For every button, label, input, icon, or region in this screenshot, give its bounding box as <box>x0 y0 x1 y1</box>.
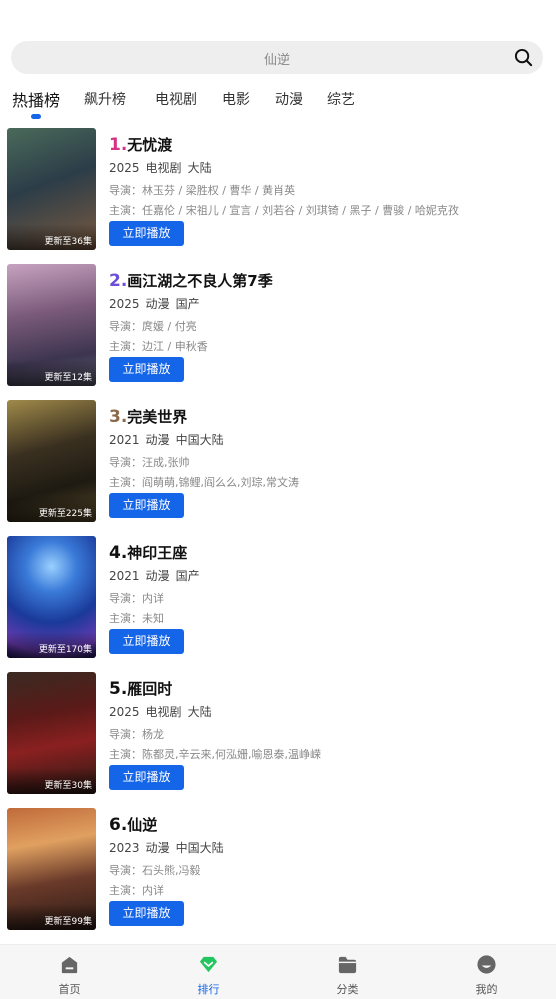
item-director: 导演：汪成,张帅 <box>109 456 190 469</box>
search-icon[interactable] <box>514 48 533 67</box>
nav-profile[interactable]: 我的 <box>417 945 556 999</box>
list-item[interactable]: 更新至36集 1.无忧渡 2025 电视剧 大陆 导演：林玉芬 / 梁胜权 / 曹华… <box>0 128 556 252</box>
rank-number: 5. <box>109 679 128 699</box>
tab-variety[interactable]: 综艺 <box>327 89 355 109</box>
item-director: 导演：林玉芬 / 梁胜权 / 曹华 / 黄肖英 <box>109 184 296 197</box>
play-button[interactable]: 立即播放 <box>109 357 184 382</box>
poster-image[interactable]: 更新至12集 <box>7 264 96 386</box>
item-meta: 2021 动漫 中国大陆 <box>109 433 224 447</box>
episode-badge: 更新至99集 <box>44 917 92 927</box>
category-icon <box>338 956 357 974</box>
play-button[interactable]: 立即播放 <box>109 765 184 790</box>
tab-movie[interactable]: 电影 <box>222 89 250 109</box>
item-title[interactable]: 5.雁回时 <box>109 678 172 699</box>
item-title[interactable]: 6.仙逆 <box>109 814 157 835</box>
episode-badge: 更新至30集 <box>44 781 92 791</box>
item-director: 导演：杨龙 <box>109 728 164 741</box>
tab-rising[interactable]: 飙升榜 <box>84 89 126 109</box>
nav-category[interactable]: 分类 <box>278 945 417 999</box>
nav-ranking[interactable]: 排行 <box>139 945 278 999</box>
item-title[interactable]: 3.完美世界 <box>109 406 187 427</box>
item-meta: 2025 电视剧 大陆 <box>109 161 212 175</box>
poster-image[interactable]: 更新至36集 <box>7 128 96 250</box>
item-cast: 主演：边江 / 申秋香 <box>109 340 208 353</box>
list-item[interactable]: 更新至99集 6.仙逆 2023 动漫 中国大陆 导演：石头熊,冯毅 主演：内详 立… <box>0 808 556 932</box>
episode-badge: 更新至36集 <box>44 237 92 247</box>
item-title[interactable]: 1.无忧渡 <box>109 134 172 155</box>
list-item[interactable]: 更新至225集 3.完美世界 2021 动漫 中国大陆 导演：汪成,张帅 主演：阎萌… <box>0 400 556 524</box>
item-meta: 2023 动漫 中国大陆 <box>109 841 224 855</box>
item-director: 导演：内详 <box>109 592 164 605</box>
tab-hot[interactable]: 热播榜 <box>12 87 60 111</box>
rank-number: 2. <box>109 271 128 291</box>
nav-label: 我的 <box>475 983 498 996</box>
bottom-navigation: 首页 排行 分类 我的 <box>0 944 556 999</box>
list-item[interactable]: 更新至170集 4.神印王座 2021 动漫 国产 导演：内详 主演：未知 立即播放 <box>0 536 556 660</box>
home-icon <box>61 956 78 974</box>
list-item[interactable]: 更新至12集 2.画江湖之不良人第7季 2025 动漫 国产 导演：庹媛 / 付亮 … <box>0 264 556 388</box>
item-title[interactable]: 4.神印王座 <box>109 542 187 563</box>
item-cast: 主演：阎萌萌,锦鲤,阎么么,刘琮,常文涛 <box>109 476 299 489</box>
episode-badge: 更新至12集 <box>44 373 92 383</box>
ranking-icon <box>199 956 218 973</box>
nav-label: 首页 <box>58 983 81 996</box>
item-cast: 主演：任嘉伦 / 宋祖儿 / 宣言 / 刘若谷 / 刘琪锜 / 黑子 / 曹骏 … <box>109 204 459 217</box>
item-meta: 2025 电视剧 大陆 <box>109 705 212 719</box>
search-input[interactable]: 仙逆 <box>11 49 543 68</box>
poster-image[interactable]: 更新至99集 <box>7 808 96 930</box>
item-cast: 主演：陈都灵,辛云来,何泓姗,喻恩泰,温峥嵘 <box>109 748 321 761</box>
item-director: 导演：石头熊,冯毅 <box>109 864 201 877</box>
episode-badge: 更新至225集 <box>38 509 92 519</box>
search-bar[interactable]: 仙逆 <box>11 41 543 74</box>
item-meta: 2025 动漫 国产 <box>109 297 200 311</box>
nav-home[interactable]: 首页 <box>0 945 139 999</box>
list-item[interactable]: 更新至30集 5.雁回时 2025 电视剧 大陆 导演：杨龙 主演：陈都灵,辛云来,… <box>0 672 556 796</box>
play-button[interactable]: 立即播放 <box>109 901 184 926</box>
tab-anime[interactable]: 动漫 <box>275 89 303 109</box>
poster-image[interactable]: 更新至225集 <box>7 400 96 522</box>
play-button[interactable]: 立即播放 <box>109 493 184 518</box>
poster-image[interactable]: 更新至30集 <box>7 672 96 794</box>
poster-image[interactable]: 更新至170集 <box>7 536 96 658</box>
item-title[interactable]: 2.画江湖之不良人第7季 <box>109 270 273 291</box>
active-tab-indicator <box>31 114 41 119</box>
rank-number: 3. <box>109 407 128 427</box>
item-director: 导演：庹媛 / 付亮 <box>109 320 197 333</box>
item-cast: 主演：未知 <box>109 612 164 625</box>
play-button[interactable]: 立即播放 <box>109 221 184 246</box>
profile-icon <box>477 955 496 974</box>
play-button[interactable]: 立即播放 <box>109 629 184 654</box>
item-cast: 主演：内详 <box>109 884 164 897</box>
item-meta: 2021 动漫 国产 <box>109 569 200 583</box>
nav-label: 分类 <box>336 983 359 996</box>
episode-badge: 更新至170集 <box>38 645 92 655</box>
rank-number: 1. <box>109 135 128 155</box>
nav-label: 排行 <box>197 983 220 996</box>
rank-number: 4. <box>109 543 128 563</box>
tab-tv[interactable]: 电视剧 <box>155 89 197 109</box>
ranking-tabs: 热播榜 飙升榜 电视剧 电影 动漫 综艺 <box>0 84 556 124</box>
rank-number: 6. <box>109 815 128 835</box>
